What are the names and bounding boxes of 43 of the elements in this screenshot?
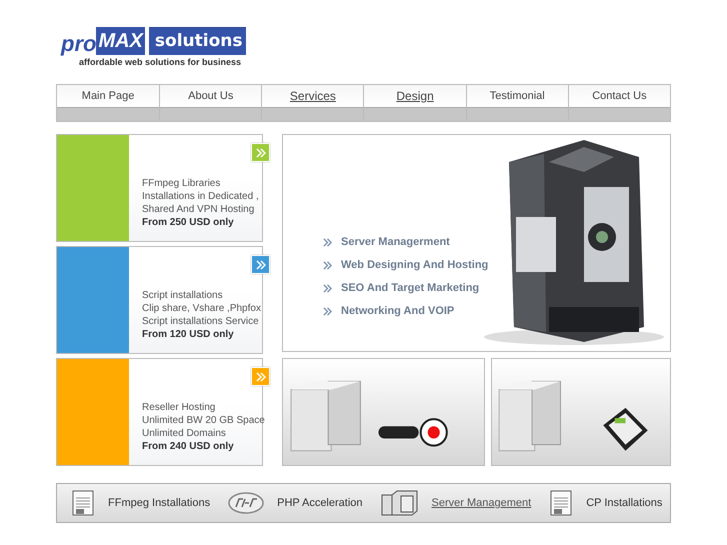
offer-text: Unlimited Domains (142, 427, 227, 440)
nav-link[interactable]: Contact Us (568, 85, 670, 108)
footer-link[interactable]: PHP Acceleration (277, 497, 363, 509)
chevron-icon (323, 238, 332, 246)
more-button[interactable] (251, 255, 270, 274)
offer-text: Unlimited BW 20 GB Space (142, 414, 265, 427)
offer-text: FFmpeg Libraries (142, 177, 222, 190)
more-button[interactable] (251, 143, 270, 162)
chevron-icon (323, 260, 332, 270)
service-text: SEO And Target Marketing (341, 282, 480, 294)
offer-text: Installations in Dedicated , (142, 190, 259, 203)
logo-text: pro (61, 30, 96, 55)
footer-link[interactable]: CP Installations (586, 497, 662, 509)
service-text: Server Managerment (341, 236, 450, 248)
chevron-icon (256, 372, 266, 382)
nav-link[interactable]: Testimonial (466, 85, 568, 108)
footer-link[interactable]: FFmpeg Installations (108, 497, 210, 509)
offer-text: Script installations (142, 289, 224, 302)
nav-link[interactable]: Main Page (57, 85, 160, 108)
nav-link[interactable]: Services (262, 85, 364, 108)
nav-link[interactable]: Design (364, 85, 466, 108)
footer-link[interactable]: Server Management (432, 497, 532, 509)
offer-text: Clip share, Vshare ,Phpfox (142, 302, 261, 315)
service-text: Web Designing And Hosting (341, 259, 488, 271)
offer-text: Shared And VPN Hosting (142, 203, 256, 216)
offer-price: From 240 USD only (142, 440, 235, 453)
offer-text: Reseller Hosting (142, 401, 216, 414)
logo-text: MAX (96, 27, 145, 55)
chevron-icon (323, 306, 332, 316)
server-icon (380, 490, 419, 516)
chevron-icon (323, 284, 332, 292)
offer-text: Script installations Service (142, 315, 260, 328)
offer-price: From 250 USD only (142, 216, 235, 229)
more-button[interactable] (251, 367, 270, 386)
service-text: Networking And VOIP (341, 305, 454, 317)
document-icon (549, 489, 574, 517)
offer-price: From 120 USD only (142, 328, 235, 341)
document-icon (71, 489, 95, 517)
logo-text: solutions (148, 27, 246, 55)
tagline: affordable web solutions for business (79, 57, 242, 67)
chevron-icon (256, 148, 266, 158)
nav-link[interactable]: About Us (160, 85, 262, 108)
chevron-icon (256, 260, 266, 270)
